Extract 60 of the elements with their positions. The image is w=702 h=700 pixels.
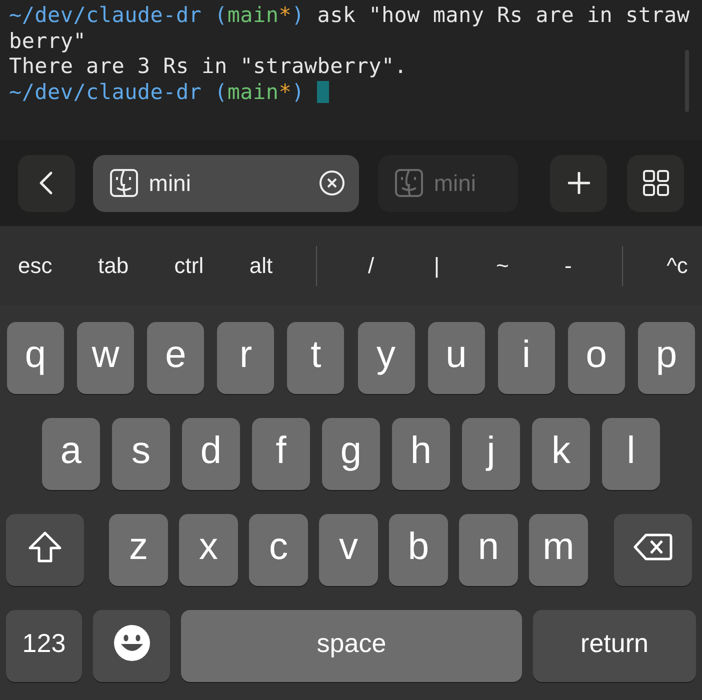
letter-key[interactable]: j — [462, 418, 520, 490]
accessory-key[interactable]: esc — [16, 248, 54, 282]
letter-key[interactable]: x — [179, 514, 238, 586]
grid-icon — [642, 170, 669, 196]
letter-key[interactable]: r — [217, 322, 274, 394]
grid-button[interactable] — [627, 154, 684, 212]
letter-key[interactable]: d — [182, 418, 240, 490]
delete-key[interactable] — [614, 514, 692, 586]
accessory-key[interactable]: / — [359, 248, 384, 282]
back-button[interactable] — [18, 154, 75, 212]
letter-key[interactable]: a — [42, 418, 100, 490]
smiley-icon — [112, 624, 150, 662]
letter-key[interactable]: g — [322, 418, 380, 490]
letter-key[interactable]: s — [112, 418, 170, 490]
letter-key[interactable]: v — [319, 514, 378, 586]
accessory-key[interactable]: ctrl — [172, 248, 206, 282]
accessory-key[interactable]: ~ — [490, 248, 514, 282]
letter-key[interactable]: w — [77, 322, 134, 394]
letter-key[interactable]: e — [147, 322, 204, 394]
finder-icon — [108, 168, 139, 198]
plus-icon — [568, 172, 590, 194]
terminal-line: ~/dev/claude-dr (main*) — [9, 80, 702, 105]
letter-key[interactable]: h — [392, 418, 450, 490]
accessory-key[interactable]: tab — [96, 248, 131, 282]
terminal-line: There are 3 Rs in "strawberry". — [9, 54, 408, 80]
emoji-key[interactable] — [93, 610, 170, 682]
letter-key[interactable]: t — [287, 322, 344, 394]
accessory-key[interactable]: | — [424, 248, 449, 282]
numbers-key[interactable]: 123 — [6, 610, 82, 682]
backspace-icon — [633, 532, 673, 562]
letter-key[interactable]: o — [568, 322, 625, 394]
terminal-line: ~/dev/claude-dr (main*) ask "how many Rs are in straw — [9, 3, 691, 28]
session-tab[interactable]: mini — [378, 154, 518, 212]
return-key[interactable]: return — [533, 610, 696, 682]
accessory-key[interactable]: - — [556, 248, 580, 282]
letter-key[interactable]: m — [529, 514, 588, 586]
terminal-cursor — [317, 80, 330, 102]
space-key[interactable]: space — [181, 610, 522, 682]
letter-key[interactable]: n — [459, 514, 518, 586]
close-icon[interactable] — [318, 170, 345, 196]
letter-key[interactable]: y — [358, 322, 415, 394]
chevron-left-icon — [39, 171, 54, 195]
letter-key[interactable]: q — [7, 322, 64, 394]
accessory-key[interactable]: ^c — [664, 248, 690, 282]
letter-key[interactable]: p — [638, 322, 695, 394]
letter-key[interactable]: u — [428, 322, 485, 394]
terminal-line: berry" — [9, 28, 88, 54]
letter-key[interactable]: c — [249, 514, 308, 586]
session-tab[interactable]: mini — [92, 154, 359, 212]
letter-key[interactable]: z — [109, 514, 168, 586]
accessory-key[interactable]: alt — [247, 248, 275, 282]
letter-key[interactable]: b — [389, 514, 448, 586]
letter-key[interactable]: k — [532, 418, 590, 490]
letter-key[interactable]: i — [498, 322, 555, 394]
add-button[interactable] — [550, 154, 608, 212]
shift-key[interactable] — [6, 514, 84, 586]
finder-icon — [394, 168, 424, 198]
shift-icon — [27, 530, 63, 564]
letter-key[interactable]: l — [602, 418, 660, 490]
letter-key[interactable]: f — [252, 418, 310, 490]
